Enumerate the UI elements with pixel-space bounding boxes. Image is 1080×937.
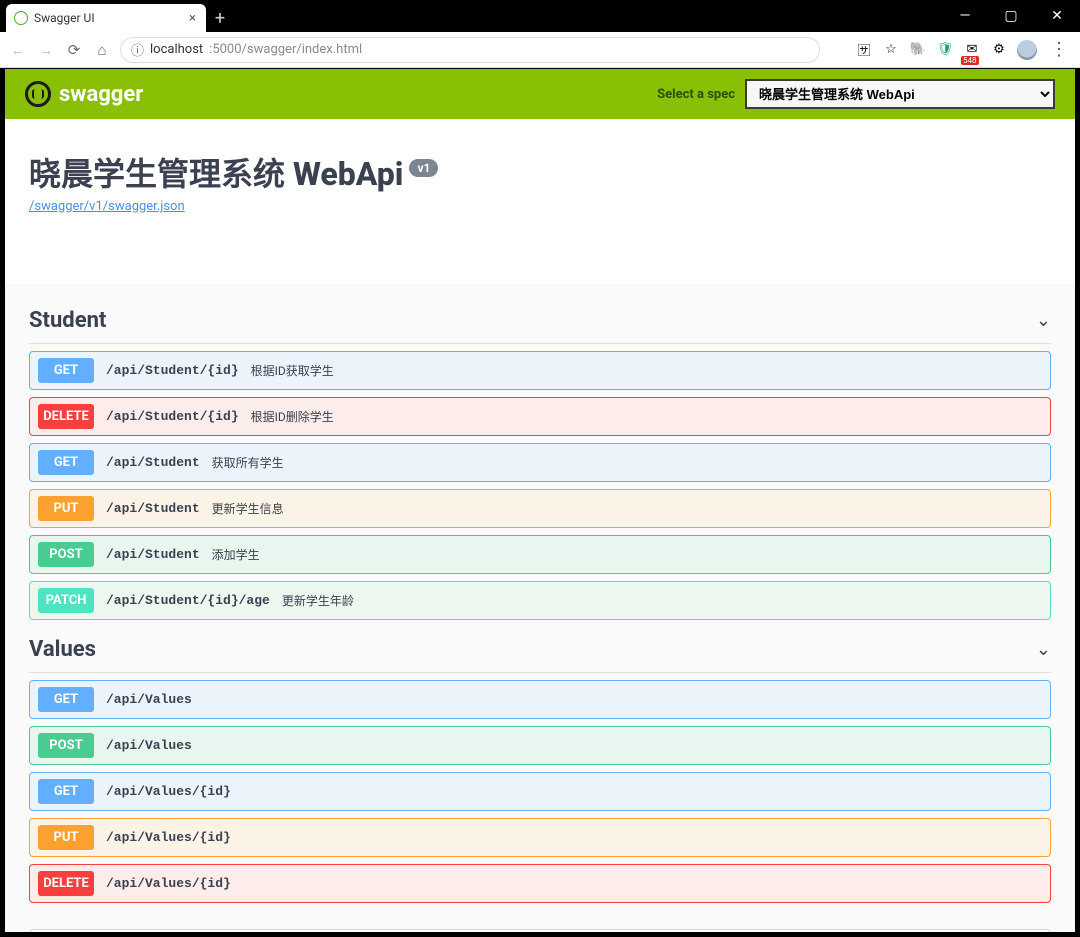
method-badge: DELETE	[38, 404, 94, 429]
method-badge: GET	[38, 358, 94, 383]
method-badge: GET	[38, 687, 94, 712]
method-badge: PUT	[38, 825, 94, 850]
swagger-logo-text: swagger	[59, 82, 143, 107]
swagger-topbar: swagger Select a spec 晓晨学生管理系统 WebApi	[5, 69, 1075, 119]
extension-area: 🈂 ☆ 🐘 🛡 ✉ ⚙ ⋮	[855, 39, 1072, 60]
api-version-badge: v1	[409, 159, 438, 177]
browser-menu-icon[interactable]: ⋮	[1046, 39, 1072, 60]
tab-title: Swagger UI	[34, 11, 95, 25]
op-path: /api/Student/{id}	[106, 363, 239, 378]
api-title-text: 晓晨学生管理系统 WebApi	[29, 149, 403, 195]
new-tab-button[interactable]: +	[206, 4, 234, 32]
method-badge: GET	[38, 779, 94, 804]
op-path: /api/Student/{id}	[106, 409, 239, 424]
tag-name: Values	[29, 637, 96, 662]
chevron-down-icon: ⌄	[1036, 639, 1051, 660]
adblock-shield-icon[interactable]: 🛡	[936, 41, 954, 59]
evernote-icon[interactable]: 🐘	[909, 41, 927, 59]
op-description: 根据ID获取学生	[251, 362, 334, 379]
op-values-put[interactable]: PUT /api/Values/{id}	[29, 818, 1051, 857]
window-maximize-button[interactable]: ▢	[988, 0, 1034, 32]
window-controls: — ▢ ✕	[942, 0, 1080, 32]
op-path: /api/Student	[106, 455, 200, 470]
tag-header-values[interactable]: Values ⌄	[29, 627, 1051, 673]
nav-home-icon[interactable]: ⌂	[92, 41, 112, 59]
op-values-get-by-id[interactable]: GET /api/Values/{id}	[29, 772, 1051, 811]
op-description: 添加学生	[212, 546, 260, 563]
op-path: /api/Student	[106, 547, 200, 562]
method-badge: GET	[38, 450, 94, 475]
browser-window: Swagger UI × + — ▢ ✕ ← → ⟳ ⌂ ⓘ localhost…	[0, 0, 1080, 937]
url-path: :5000/swagger/index.html	[209, 42, 362, 57]
op-path: /api/Student	[106, 501, 200, 516]
browser-tab[interactable]: Swagger UI ×	[6, 4, 206, 32]
spec-select-label: Select a spec	[657, 87, 735, 102]
op-description: 获取所有学生	[212, 454, 284, 471]
tag-name: Student	[29, 308, 106, 333]
models-section-header[interactable]: Models ⌄	[29, 929, 1051, 933]
op-path: /api/Values	[106, 692, 192, 707]
gmail-icon[interactable]: ✉	[963, 41, 981, 59]
method-badge: DELETE	[38, 871, 94, 896]
url-host: localhost	[150, 42, 203, 57]
chevron-down-icon: ⌄	[1036, 310, 1051, 331]
api-title: 晓晨学生管理系统 WebApi v1	[29, 149, 1051, 195]
method-badge: PUT	[38, 496, 94, 521]
op-description: 更新学生年龄	[282, 592, 354, 609]
op-student-get-all[interactable]: GET /api/Student 获取所有学生	[29, 443, 1051, 482]
op-student-patch-age[interactable]: PATCH /api/Student/{id}/age 更新学生年龄	[29, 581, 1051, 620]
api-info: 晓晨学生管理系统 WebApi v1 /swagger/v1/swagger.j…	[5, 119, 1075, 284]
close-tab-icon[interactable]: ×	[189, 11, 196, 26]
method-badge: POST	[38, 733, 94, 758]
op-student-delete-by-id[interactable]: DELETE /api/Student/{id} 根据ID删除学生	[29, 397, 1051, 436]
op-student-post[interactable]: POST /api/Student 添加学生	[29, 535, 1051, 574]
op-path: /api/Values/{id}	[106, 784, 231, 799]
address-bar[interactable]: ⓘ localhost :5000/swagger/index.html	[120, 37, 820, 63]
nav-back-icon[interactable]: ←	[8, 41, 28, 59]
tool-icon[interactable]: ⚙	[990, 41, 1008, 59]
browser-toolbar: ← → ⟳ ⌂ ⓘ localhost :5000/swagger/index.h…	[0, 32, 1080, 68]
operations-container: Student ⌄ GET /api/Student/{id} 根据ID获取学生…	[5, 284, 1075, 933]
swagger-logo-icon	[25, 81, 51, 107]
method-badge: POST	[38, 542, 94, 567]
op-values-post[interactable]: POST /api/Values	[29, 726, 1051, 765]
spec-select[interactable]: 晓晨学生管理系统 WebApi	[745, 79, 1055, 109]
translate-icon[interactable]: 🈂	[855, 41, 873, 59]
window-close-button[interactable]: ✕	[1034, 0, 1080, 32]
swagger-logo[interactable]: swagger	[25, 81, 143, 107]
tag-header-student[interactable]: Student ⌄	[29, 298, 1051, 344]
op-path: /api/Values/{id}	[106, 830, 231, 845]
bookmark-star-icon[interactable]: ☆	[882, 41, 900, 59]
nav-reload-icon[interactable]: ⟳	[64, 41, 84, 59]
site-info-icon[interactable]: ⓘ	[131, 40, 144, 59]
swagger-json-link[interactable]: /swagger/v1/swagger.json	[29, 199, 185, 214]
op-path: /api/Student/{id}/age	[106, 593, 270, 608]
op-description: 更新学生信息	[212, 500, 284, 517]
op-student-get-by-id[interactable]: GET /api/Student/{id} 根据ID获取学生	[29, 351, 1051, 390]
op-values-delete[interactable]: DELETE /api/Values/{id}	[29, 864, 1051, 903]
tab-favicon	[14, 11, 28, 25]
window-minimize-button[interactable]: —	[942, 0, 988, 32]
op-path: /api/Values	[106, 738, 192, 753]
method-badge: PATCH	[38, 588, 94, 613]
nav-forward-icon[interactable]: →	[36, 41, 56, 59]
page-content[interactable]: swagger Select a spec 晓晨学生管理系统 WebApi 晓晨…	[4, 68, 1076, 933]
spec-selector-area: Select a spec 晓晨学生管理系统 WebApi	[657, 79, 1055, 109]
op-description: 根据ID删除学生	[251, 408, 334, 425]
browser-titlebar: Swagger UI × + — ▢ ✕	[0, 0, 1080, 32]
profile-avatar[interactable]	[1017, 40, 1037, 60]
op-path: /api/Values/{id}	[106, 876, 231, 891]
op-values-get-all[interactable]: GET /api/Values	[29, 680, 1051, 719]
op-student-put[interactable]: PUT /api/Student 更新学生信息	[29, 489, 1051, 528]
